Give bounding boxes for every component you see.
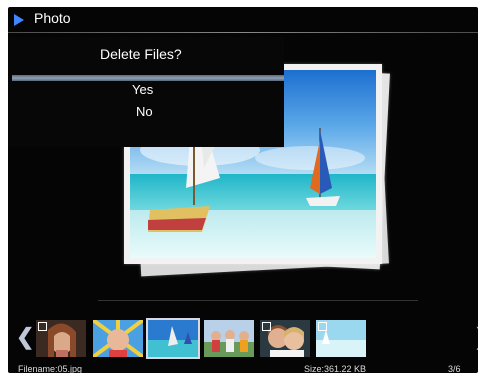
play-arrow-icon [14, 14, 24, 26]
thumbnail-4[interactable] [204, 320, 254, 357]
yes-option[interactable]: Yes [132, 82, 153, 97]
thumbnail-checkbox[interactable] [318, 322, 327, 331]
child-portrait-thumbnail [93, 320, 143, 357]
sailboat-thumbnail [148, 320, 198, 357]
page-title: Photo [34, 10, 71, 26]
title-bar: Photo [8, 7, 478, 32]
thumbnail-3-selected[interactable] [146, 318, 200, 359]
delete-files-dialog: Delete Files? Yes No [8, 37, 284, 147]
thumbnail-2[interactable] [93, 320, 143, 357]
status-filename: Filename:05.jpg [18, 364, 83, 373]
status-counter: 3/6 [448, 364, 461, 373]
thumbnail-divider [98, 300, 418, 301]
title-divider [8, 32, 478, 33]
no-option[interactable]: No [136, 104, 153, 119]
thumbnail-1[interactable] [36, 320, 86, 357]
status-size: Size:361.22 KB [304, 364, 367, 373]
dialog-title: Delete Files? [100, 46, 182, 62]
next-arrow-icon[interactable]: ❯ [474, 326, 478, 348]
thumbnail-checkbox[interactable] [38, 322, 47, 331]
thumbnail-checkbox[interactable] [262, 322, 271, 331]
thumbnail-5[interactable] [260, 320, 310, 357]
dialog-selection-bar [12, 75, 284, 81]
thumbnail-6[interactable] [316, 320, 366, 357]
photo-viewer-screen: Photo Delete Files? Yes No ❮ Filename:05… [8, 7, 478, 373]
group-people-thumbnail [204, 320, 254, 357]
prev-arrow-icon[interactable]: ❮ [16, 326, 34, 348]
